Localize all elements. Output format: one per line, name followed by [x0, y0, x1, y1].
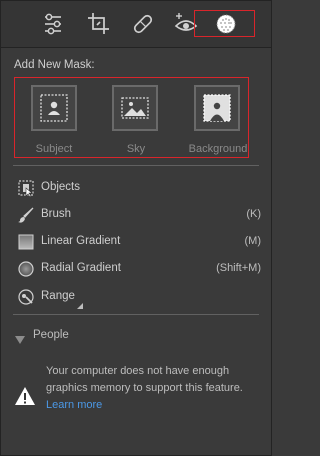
background-mask-button[interactable] — [194, 85, 240, 131]
linear-gradient-label: Linear Gradient — [41, 235, 121, 247]
people-title: People — [33, 329, 69, 341]
collapse-triangle-icon — [15, 332, 25, 350]
brush-shortcut: (K) — [246, 208, 261, 220]
objects-select-icon — [17, 179, 35, 198]
crop-icon[interactable] — [81, 8, 115, 40]
masking-panel: Add New Mask: Subject Sky Background Obj… — [0, 0, 272, 456]
radial-gradient-label: Radial Gradient — [41, 262, 121, 274]
edit-toolbar — [1, 1, 271, 48]
sky-landscape-icon — [121, 97, 149, 119]
radial-gradient-tool[interactable]: Radial Gradient (Shift+M) — [17, 259, 261, 279]
range-tool[interactable]: Range — [17, 287, 261, 309]
add-new-mask-title: Add New Mask: — [14, 59, 95, 71]
section-divider — [13, 165, 259, 166]
range-dropdown-icon[interactable] — [77, 296, 83, 314]
radial-gradient-shortcut: (Shift+M) — [216, 262, 261, 274]
linear-gradient-shortcut: (M) — [244, 235, 262, 247]
brush-tool[interactable]: Brush (K) — [17, 205, 261, 225]
people-section-header[interactable]: People — [15, 329, 215, 345]
range-label: Range — [41, 290, 75, 302]
learn-more-link[interactable]: Learn more — [46, 399, 102, 411]
warning-icon — [14, 386, 36, 411]
objects-tool[interactable]: Objects — [17, 178, 261, 198]
brush-label: Brush — [41, 208, 72, 220]
gpu-memory-warning: Your computer does not have enough graph… — [46, 363, 256, 414]
linear-gradient-tool[interactable]: Linear Gradient (M) — [17, 232, 261, 252]
background-label: Background — [188, 143, 248, 155]
edit-sliders-icon[interactable] — [36, 8, 70, 40]
healing-bandage-icon[interactable] — [126, 8, 160, 40]
sky-label: Sky — [126, 143, 146, 155]
brush-icon — [17, 206, 35, 224]
sky-mask-button[interactable] — [112, 85, 158, 131]
range-icon — [17, 288, 35, 306]
warning-message: Your computer does not have enough graph… — [46, 365, 243, 394]
radial-gradient-icon — [17, 260, 35, 278]
linear-gradient-icon — [17, 233, 35, 251]
red-eye-icon[interactable] — [169, 8, 203, 40]
person-icon — [40, 94, 68, 122]
section-divider-2 — [13, 314, 259, 315]
background-person-icon — [203, 94, 231, 122]
subject-label: Subject — [35, 143, 73, 155]
masking-icon[interactable] — [209, 8, 243, 40]
subject-mask-button[interactable] — [31, 85, 77, 131]
objects-label: Objects — [41, 181, 80, 193]
